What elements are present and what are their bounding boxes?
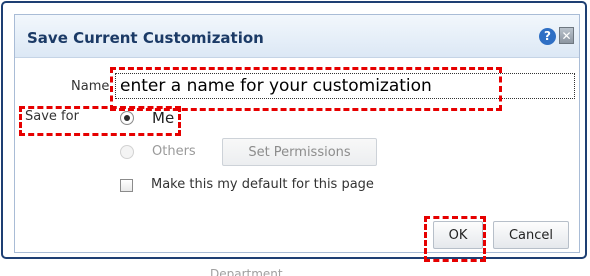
make-default-checkbox[interactable] xyxy=(120,179,133,192)
customization-name-input[interactable] xyxy=(115,73,575,99)
name-label: Name xyxy=(71,79,110,94)
save-customization-dialog: Save Current Customization ? ✕ Name Save… xyxy=(14,14,580,253)
save-for-me-label[interactable]: Me xyxy=(152,109,174,127)
save-for-me-radio[interactable] xyxy=(120,111,134,125)
close-icon[interactable]: ✕ xyxy=(559,27,574,44)
cancel-button[interactable]: Cancel xyxy=(493,221,569,249)
dialog-title-bar: Save Current Customization ? ✕ xyxy=(15,15,579,58)
save-for-others-label: Others xyxy=(152,144,196,159)
dialog-title: Save Current Customization xyxy=(27,29,264,47)
save-for-others-radio[interactable] xyxy=(120,145,134,159)
background-department-label: Department xyxy=(210,267,283,276)
ok-button[interactable]: OK xyxy=(433,221,483,249)
make-default-label: Make this my default for this page xyxy=(151,177,374,192)
save-for-label: Save for xyxy=(25,109,79,124)
background-page-strip: Department xyxy=(210,262,320,276)
set-permissions-button[interactable]: Set Permissions xyxy=(222,138,377,166)
help-icon[interactable]: ? xyxy=(539,28,556,45)
